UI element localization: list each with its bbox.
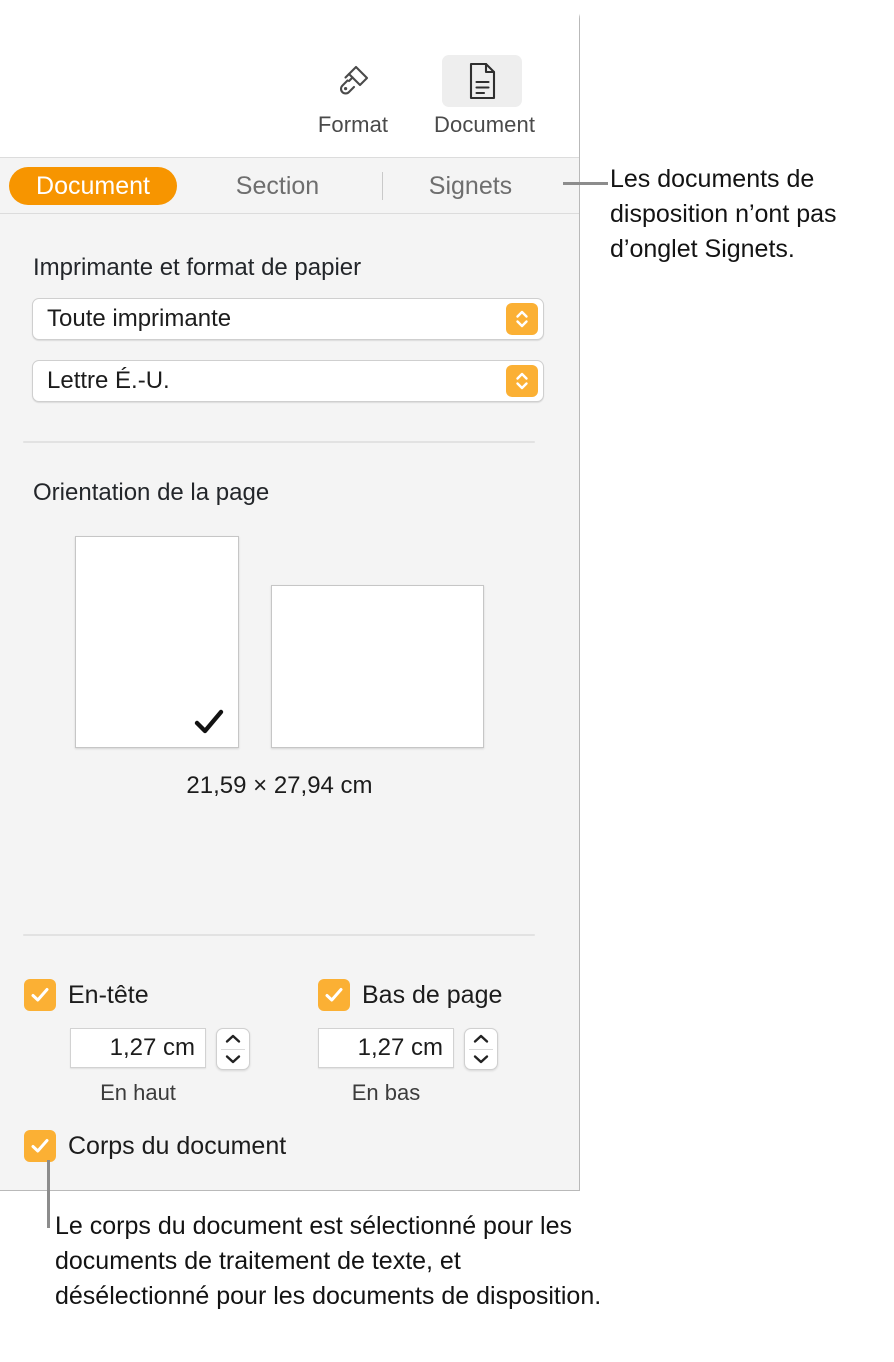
printer-section-title: Imprimante et format de papier — [33, 254, 362, 281]
callout-leader-line-bottom — [47, 1160, 50, 1228]
orientation-landscape-option[interactable] — [271, 585, 484, 748]
paper-size-select[interactable]: Lettre É.-U. — [32, 360, 544, 402]
footer-margin-input[interactable]: 1,27 cm — [318, 1028, 454, 1068]
chevron-down-icon[interactable] — [217, 1049, 249, 1069]
page-dimensions-label: 21,59 × 27,94 cm — [186, 772, 373, 799]
orientation-section-title: Orientation de la page — [33, 479, 270, 506]
document-icon — [442, 55, 522, 107]
footer-margin-stepper[interactable] — [464, 1028, 498, 1070]
tab-signets[interactable]: Signets — [408, 167, 533, 205]
inspector-tab-bar: Document Section Signets — [0, 157, 579, 214]
footer-margin-sublabel: En bas — [351, 1080, 421, 1105]
toolbar-item-format-label: Format — [317, 112, 389, 137]
checkbox-footer[interactable] — [318, 979, 350, 1011]
paintbrush-icon — [313, 55, 393, 107]
tab-separator — [382, 172, 383, 200]
printer-select-value: Toute imprimante — [47, 305, 232, 332]
section-divider — [23, 441, 535, 443]
header-margin-stepper[interactable] — [216, 1028, 250, 1070]
callout-text-document-body: Le corps du document est sélectionné pou… — [55, 1212, 602, 1310]
callout-text-signets: Les documents de disposition n’ont pas d… — [610, 165, 837, 263]
tab-document[interactable]: Document — [9, 167, 177, 205]
footer-margin-value: 1,27 cm — [357, 1034, 443, 1061]
header-checkbox-label: En-tête — [68, 981, 149, 1009]
chevron-up-icon[interactable] — [217, 1029, 249, 1049]
paper-size-select-value: Lettre É.-U. — [47, 367, 170, 394]
chevron-down-icon[interactable] — [465, 1049, 497, 1069]
orientation-portrait-option[interactable] — [75, 536, 239, 748]
inspector-toolbar: Format Document — [0, 5, 579, 157]
footer-checkbox-label: Bas de page — [362, 981, 503, 1009]
checkbox-header[interactable] — [24, 979, 56, 1011]
inspector-body: Imprimante et format de papier Toute imp… — [0, 214, 579, 1190]
chevron-up-icon[interactable] — [465, 1029, 497, 1049]
checkmark-icon — [192, 705, 226, 739]
toolbar-item-format[interactable]: Format — [305, 55, 401, 138]
header-margin-value: 1,27 cm — [109, 1034, 195, 1061]
document-body-checkbox-label: Corps du document — [68, 1132, 287, 1160]
section-divider — [23, 934, 535, 936]
checkbox-document-body[interactable] — [24, 1130, 56, 1162]
format-inspector-panel: Format Document Document Section Signets… — [0, 5, 580, 1191]
header-margin-input[interactable]: 1,27 cm — [70, 1028, 206, 1068]
printer-select[interactable]: Toute imprimante — [32, 298, 544, 340]
chevron-updown-icon[interactable] — [506, 303, 538, 335]
header-margin-sublabel: En haut — [100, 1080, 176, 1105]
toolbar-item-document-label: Document — [434, 112, 536, 137]
callout-leader-line-top — [563, 182, 608, 185]
chevron-updown-icon[interactable] — [506, 365, 538, 397]
tab-section[interactable]: Section — [215, 167, 340, 205]
toolbar-item-document[interactable]: Document — [434, 55, 536, 138]
